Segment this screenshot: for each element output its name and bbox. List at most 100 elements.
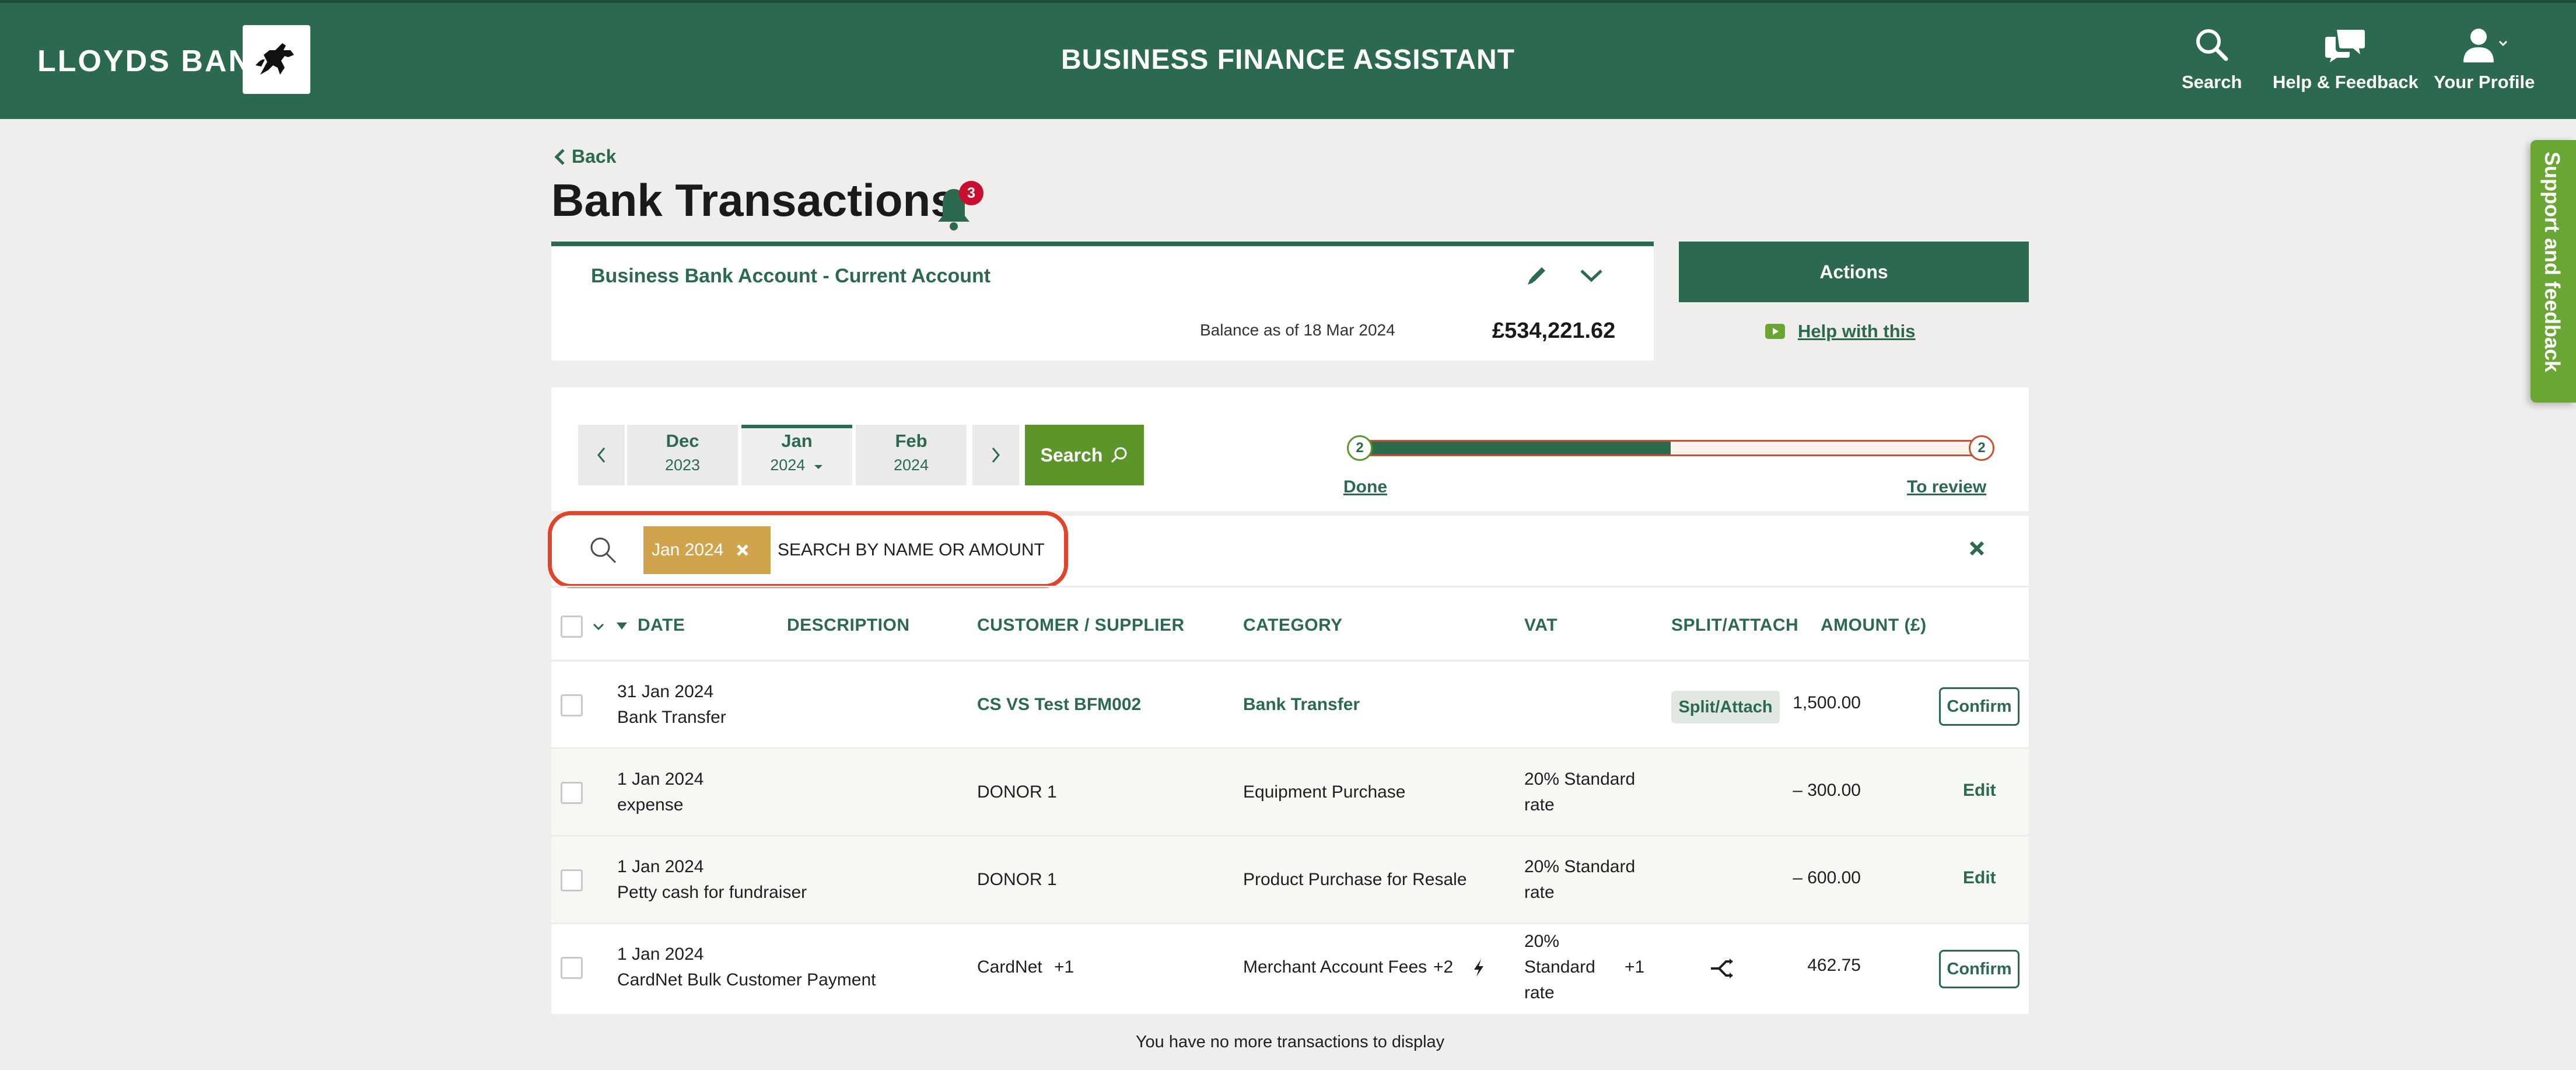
row-customer: DONOR 1 <box>977 870 1057 889</box>
column-amount: AMOUNT (£) <box>1821 616 1927 635</box>
back-link[interactable]: Back <box>554 146 617 167</box>
chevron-left-icon <box>554 148 565 165</box>
row-checkbox[interactable] <box>561 782 583 804</box>
month-feb-2024[interactable]: Feb 2024 <box>856 425 967 485</box>
video-play-icon <box>1765 324 1785 339</box>
row-vat: rate <box>1524 983 1555 1002</box>
row-description: Bank Transfer <box>617 708 726 727</box>
account-name[interactable]: Business Bank Account - Current Account <box>591 265 991 288</box>
column-category: CATEGORY <box>1243 616 1343 635</box>
balance-label: Balance as of 18 Mar 2024 <box>1200 321 1395 339</box>
help-with-this-label: Help with this <box>1798 321 1916 341</box>
year-label: 2024 <box>893 456 929 474</box>
top-bar: LLOYDS BANK BUSINESS FINANCE ASSISTANT S… <box>0 0 2576 119</box>
row-description: CardNet Bulk Customer Payment <box>617 970 876 989</box>
row-checkbox[interactable] <box>561 694 583 716</box>
clear-search-icon[interactable] <box>1969 540 1985 560</box>
help-with-this-link[interactable]: Help with this <box>1765 321 1916 342</box>
done-count: 2 <box>1347 435 1373 461</box>
table-row[interactable]: 31 Jan 2024 Bank Transfer CS VS Test BFM… <box>551 662 2029 749</box>
table-row[interactable]: 1 Jan 2024 Petty cash for fundraiser DON… <box>551 837 2029 924</box>
year-label: 2023 <box>664 456 701 474</box>
row-checkbox[interactable] <box>561 957 583 979</box>
row-amount: – 300.00 <box>1793 781 1861 800</box>
month-label: Dec <box>666 431 699 451</box>
next-month-button[interactable] <box>972 425 1019 485</box>
row-amount: – 600.00 <box>1793 868 1861 887</box>
edit-link[interactable]: Edit <box>1963 781 1996 800</box>
header-search-label: Search <box>2182 72 2242 92</box>
confirm-button[interactable]: Confirm <box>1939 687 2020 726</box>
chevron-left-icon <box>597 447 606 463</box>
user-icon <box>2463 29 2507 62</box>
table-row[interactable]: 1 Jan 2024 CardNet Bulk Customer Payment… <box>551 924 2029 1012</box>
review-count: 2 <box>1969 435 1994 461</box>
support-feedback-tab[interactable]: Support and feedback <box>2530 140 2576 403</box>
header-search-button[interactable]: Search <box>2182 26 2242 93</box>
month-jan-2024[interactable]: Jan 2024 <box>741 425 852 485</box>
progress-track <box>1359 440 1983 456</box>
row-vat: rate <box>1524 883 1555 902</box>
row-category[interactable]: Bank Transfer <box>1243 692 1360 718</box>
row-amount: 1,500.00 <box>1793 693 1861 712</box>
actions-button[interactable]: Actions <box>1679 242 2029 302</box>
edit-link[interactable]: Edit <box>1963 868 1996 888</box>
progress-fill <box>1360 442 1671 454</box>
row-customer: CardNet <box>977 957 1042 977</box>
search-icon <box>2196 29 2228 61</box>
page-title: Bank Transactions <box>551 174 956 226</box>
row-category: Equipment Purchase <box>1243 782 1406 802</box>
to-review-link[interactable]: To review <box>1907 477 1986 497</box>
row-customer: DONOR 1 <box>977 782 1057 802</box>
row-date: 1 Jan 2024 <box>617 857 704 876</box>
row-vat: 20% Standard <box>1524 770 1636 789</box>
row-vat: 20% Standard <box>1524 857 1636 876</box>
row-category: Product Purchase for Resale <box>1243 870 1467 889</box>
chat-bubbles-icon <box>2325 30 2365 62</box>
column-date[interactable]: DATE <box>638 616 685 635</box>
done-link[interactable]: Done <box>1343 477 1387 497</box>
row-vat: Standard <box>1524 957 1595 977</box>
support-feedback-label: Support and feedback <box>2540 152 2564 373</box>
pencil-icon[interactable] <box>1525 264 1549 290</box>
chip-label: Jan 2024 <box>652 540 724 560</box>
sort-desc-icon[interactable] <box>615 621 628 631</box>
profile-button[interactable]: Your Profile <box>2434 26 2535 93</box>
row-date: 31 Jan 2024 <box>617 682 714 701</box>
vat-more-count[interactable]: +1 <box>1625 954 1644 980</box>
search-icon <box>587 534 618 568</box>
split-icon[interactable] <box>1709 957 1735 980</box>
confirm-button[interactable]: Confirm <box>1939 950 2020 988</box>
select-all-checkbox[interactable] <box>561 616 583 638</box>
transactions-card: Dec 2023 Jan 2024 Feb 2024 Search 2 2 Do… <box>548 387 2029 1014</box>
search-icon <box>1111 447 1127 463</box>
customer-more-count[interactable]: +1 <box>1054 954 1074 980</box>
row-description: Petty cash for fundraiser <box>617 883 807 902</box>
month-search-button[interactable]: Search <box>1025 425 1144 485</box>
month-label: Jan <box>781 431 813 451</box>
review-progress: 2 2 Done To review <box>1343 431 1994 501</box>
caret-down-icon <box>814 465 822 469</box>
column-split-attach: SPLIT/ATTACH <box>1671 616 1799 635</box>
search-button-label: Search <box>1040 444 1103 466</box>
chevron-down-icon[interactable] <box>592 621 605 632</box>
month-dec-2023[interactable]: Dec 2023 <box>627 425 738 485</box>
row-vat: rate <box>1524 795 1555 814</box>
row-category: Merchant Account Fees <box>1243 957 1427 977</box>
table-header: DATE DESCRIPTION CUSTOMER / SUPPLIER CAT… <box>551 586 2029 662</box>
close-icon[interactable] <box>736 544 749 557</box>
category-more-count[interactable]: +2 <box>1433 954 1453 980</box>
help-feedback-button[interactable]: Help & Feedback <box>2273 26 2418 93</box>
chevron-down-icon[interactable] <box>1578 264 1605 290</box>
prev-month-button[interactable] <box>578 425 625 485</box>
row-customer[interactable]: CS VS Test BFM002 <box>977 692 1141 718</box>
transaction-search-input[interactable] <box>778 536 1058 565</box>
help-feedback-label: Help & Feedback <box>2273 72 2418 92</box>
row-checkbox[interactable] <box>561 869 583 891</box>
lightning-icon <box>1474 959 1483 977</box>
table-row[interactable]: 1 Jan 2024 expense DONOR 1 Equipment Pur… <box>551 749 2029 837</box>
column-customer-supplier: CUSTOMER / SUPPLIER <box>977 616 1185 635</box>
balance-value: £534,221.62 <box>1492 319 1616 343</box>
column-vat: VAT <box>1524 616 1558 635</box>
column-description: DESCRIPTION <box>787 616 910 635</box>
